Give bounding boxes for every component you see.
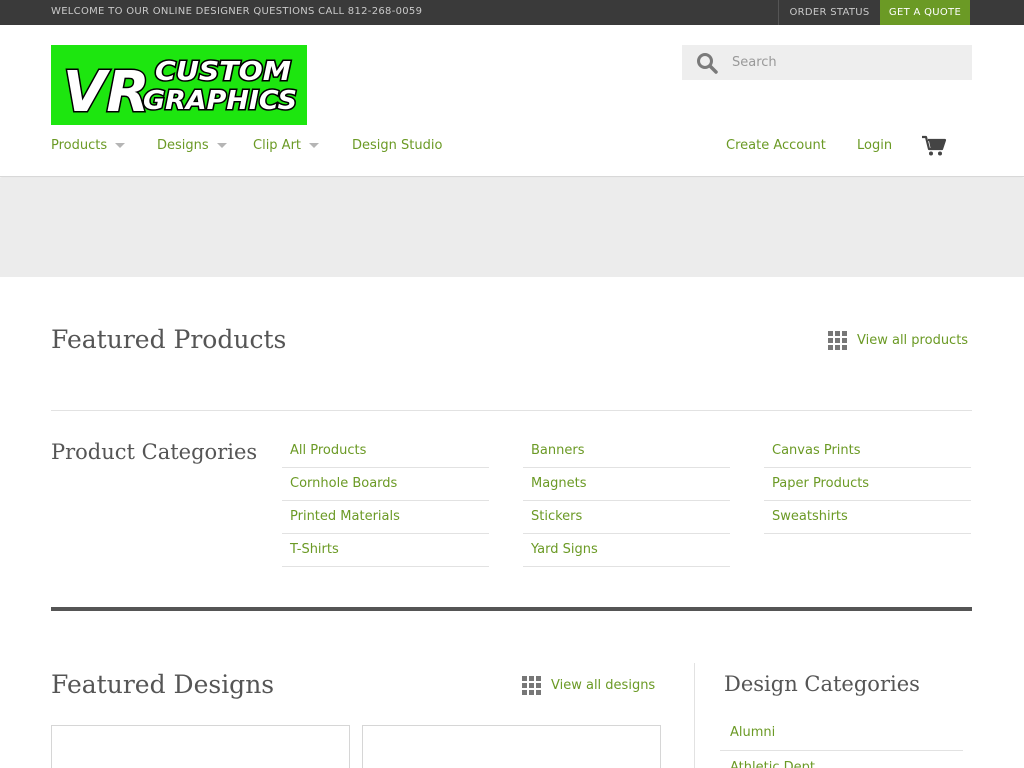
login-link[interactable]: Login — [857, 138, 892, 153]
logo-text-custom: CUSTOM — [155, 57, 291, 87]
order-status-link[interactable]: ORDER STATUS — [778, 0, 880, 25]
view-all-products-link[interactable]: View all products — [857, 333, 968, 348]
search-box — [682, 45, 972, 80]
nav-designs-label: Designs — [157, 138, 209, 153]
cart-icon[interactable] — [921, 135, 947, 157]
category-canvas-prints[interactable]: Canvas Prints — [764, 435, 971, 468]
nav-design-studio[interactable]: Design Studio — [352, 138, 442, 153]
hero-banner — [0, 178, 1024, 277]
nav-clip-art[interactable]: Clip Art — [253, 138, 320, 153]
grid-icon[interactable] — [522, 676, 541, 695]
logo-graphic: VR CUSTOM GRAPHICS — [51, 45, 307, 125]
create-account-link[interactable]: Create Account — [726, 138, 826, 153]
product-category-column-1: All Products Cornhole Boards Printed Mat… — [282, 435, 489, 567]
design-category-alumni[interactable]: Alumni — [720, 716, 963, 751]
welcome-message: WELCOME TO OUR ONLINE DESIGNER QUESTIONS… — [51, 6, 423, 17]
category-yard-signs[interactable]: Yard Signs — [523, 534, 730, 567]
search-icon[interactable] — [696, 52, 718, 74]
category-banners[interactable]: Banners — [523, 435, 730, 468]
category-stickers[interactable]: Stickers — [523, 501, 730, 534]
design-category-list: Alumni Athletic Dept. — [720, 716, 963, 768]
chevron-down-icon — [115, 143, 126, 148]
category-magnets[interactable]: Magnets — [523, 468, 730, 501]
design-categories-title: Design Categories — [724, 672, 920, 696]
category-cornhole-boards[interactable]: Cornhole Boards — [282, 468, 489, 501]
product-category-column-3: Canvas Prints Paper Products Sweatshirts — [764, 435, 971, 534]
product-categories-title: Product Categories — [51, 440, 258, 464]
site-logo[interactable]: VR CUSTOM GRAPHICS — [51, 45, 307, 125]
category-printed-materials[interactable]: Printed Materials — [282, 501, 489, 534]
top-bar: WELCOME TO OUR ONLINE DESIGNER QUESTIONS… — [0, 0, 1024, 25]
site-header: VR CUSTOM GRAPHICS Products Designs Clip… — [0, 25, 1024, 177]
nav-products[interactable]: Products — [51, 138, 126, 153]
design-card[interactable] — [362, 725, 661, 768]
category-t-shirts[interactable]: T-Shirts — [282, 534, 489, 567]
category-paper-products[interactable]: Paper Products — [764, 468, 971, 501]
section-divider — [51, 410, 972, 411]
design-category-athletic-dept[interactable]: Athletic Dept. — [720, 751, 963, 768]
category-sweatshirts[interactable]: Sweatshirts — [764, 501, 971, 534]
get-a-quote-button[interactable]: GET A QUOTE — [880, 0, 970, 25]
thick-section-divider — [51, 607, 972, 611]
logo-text-graphics: GRAPHICS — [143, 86, 297, 116]
product-category-column-2: Banners Magnets Stickers Yard Signs — [523, 435, 730, 567]
featured-products-title: Featured Products — [51, 325, 287, 354]
category-all-products[interactable]: All Products — [282, 435, 489, 468]
nav-clip-art-label: Clip Art — [253, 138, 302, 153]
design-card[interactable] — [51, 725, 350, 768]
nav-designs[interactable]: Designs — [157, 138, 227, 153]
chevron-down-icon — [216, 143, 227, 148]
featured-designs-title: Featured Designs — [51, 670, 275, 699]
nav-products-label: Products — [51, 138, 108, 153]
logo-text-vr: VR — [63, 60, 149, 125]
view-all-designs-link[interactable]: View all designs — [551, 678, 655, 693]
grid-icon[interactable] — [828, 331, 847, 350]
chevron-down-icon — [309, 143, 320, 148]
search-input[interactable] — [732, 45, 962, 80]
column-separator — [694, 663, 695, 768]
